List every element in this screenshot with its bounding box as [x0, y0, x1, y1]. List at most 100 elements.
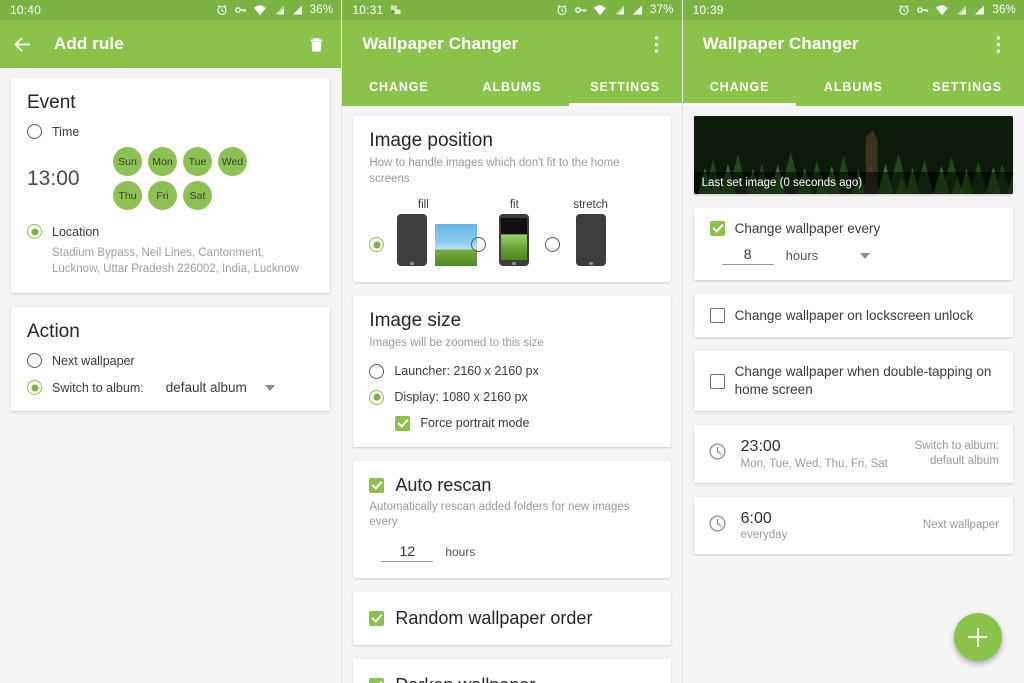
auto-rescan-header[interactable]: Auto rescan — [369, 475, 654, 496]
lockscreen-card[interactable]: Change wallpaper on lockscreen unlock — [693, 294, 1013, 337]
position-label-fit: fit — [509, 199, 519, 212]
album-dropdown-value: default album — [165, 380, 247, 396]
schedule-days: everyday — [740, 529, 788, 542]
day-chip-sun[interactable]: Sun — [113, 147, 142, 176]
day-chip-mon[interactable]: Mon — [148, 147, 177, 176]
schedule-action: Next wallpaper — [922, 518, 999, 531]
darken-wallpaper-card[interactable]: Darken wallpaper — [353, 658, 671, 683]
lockscreen-checkbox[interactable] — [709, 308, 725, 323]
auto-rescan-unit: hours — [445, 545, 476, 560]
force-portrait-checkbox[interactable] — [395, 415, 411, 431]
darken-wallpaper-row[interactable]: Darken wallpaper — [369, 675, 654, 683]
image-position-card: Image position How to handle images whic… — [353, 116, 671, 283]
tab-change[interactable]: CHANGE — [342, 68, 455, 106]
schedule-action: Switch to album: default album — [914, 439, 999, 468]
position-radio-fit[interactable] — [471, 237, 487, 253]
change-every-input[interactable]: 8 — [721, 246, 774, 265]
image-size-title: Image size — [369, 310, 462, 332]
day-chip-wed[interactable]: Wed — [218, 147, 247, 176]
day-chip-sat[interactable]: Sat — [183, 181, 212, 210]
back-arrow-icon[interactable] — [12, 34, 42, 55]
day-row-2: Thu Fri Sat — [113, 181, 247, 210]
switch-album-row[interactable]: Switch to album: default album — [27, 380, 314, 396]
schedule-info: 23:00 Mon, Tue, Wed, Thu, Fri, Sat — [741, 438, 888, 469]
app-title: Wallpaper Changer — [362, 34, 519, 53]
random-order-label: Random wallpaper order — [395, 607, 593, 628]
time-radio[interactable] — [27, 124, 42, 139]
location-address[interactable]: Stadium Bypass, Neil Lines, Cantonment, … — [52, 245, 314, 277]
schedule-info: 6:00 everyday — [741, 510, 788, 541]
double-tap-card[interactable]: Change wallpaper when double-tapping on … — [693, 351, 1013, 412]
double-tap-checkbox[interactable] — [709, 373, 725, 389]
position-radio-fill[interactable] — [369, 237, 385, 253]
time-value[interactable]: 13:00 — [27, 167, 113, 191]
auto-rescan-checkbox[interactable] — [369, 477, 385, 493]
change-content: Last set image (0 seconds ago) Change wa… — [683, 106, 1024, 555]
tab-albums[interactable]: ALBUMS — [796, 68, 910, 106]
next-wallpaper-radio[interactable] — [27, 353, 42, 369]
random-order-card[interactable]: Random wallpaper order — [353, 591, 671, 645]
next-wallpaper-row[interactable]: Next wallpaper — [27, 353, 314, 369]
trash-icon[interactable] — [303, 36, 329, 53]
app-bar: Wallpaper Changer — [342, 20, 682, 68]
auto-rescan-input[interactable]: 12 — [381, 543, 434, 562]
chevron-down-icon — [264, 384, 275, 391]
change-every-row[interactable]: Change wallpaper every — [709, 221, 997, 236]
add-rule-content: Event Time 13:00 Sun Mon Tue Wed Thu Fri… — [0, 68, 341, 412]
double-tap-label: Change wallpaper when double-tapping on … — [734, 364, 992, 398]
schedule-row[interactable]: 23:00 Mon, Tue, Wed, Thu, Fri, Sat Switc… — [693, 425, 1013, 483]
darken-wallpaper-checkbox[interactable] — [369, 677, 385, 683]
action-card-title: Action — [27, 321, 80, 343]
phone-preview-stretch — [575, 214, 606, 267]
force-portrait-row[interactable]: Force portrait mode — [395, 415, 654, 431]
alarm-icon — [557, 4, 567, 15]
signal-icon — [957, 5, 967, 15]
day-chip-thu[interactable]: Thu — [113, 181, 142, 210]
vpn-key-icon — [575, 7, 587, 13]
position-option-fill[interactable]: fill — [397, 199, 478, 267]
alarm-icon — [217, 4, 227, 15]
launcher-size-row[interactable]: Launcher: 2160 x 2160 px — [369, 363, 654, 379]
more-vert-icon[interactable] — [644, 35, 670, 54]
change-every-label: Change wallpaper every — [734, 221, 881, 236]
phone-preview-fit — [499, 214, 530, 267]
last-image-preview[interactable]: Last set image (0 seconds ago) — [693, 116, 1013, 194]
display-size-row[interactable]: Display: 1080 x 2160 px — [369, 389, 654, 405]
chevron-down-icon[interactable] — [860, 252, 871, 259]
random-order-checkbox[interactable] — [369, 610, 385, 626]
change-every-checkbox[interactable] — [709, 221, 725, 236]
double-tap-row[interactable]: Change wallpaper when double-tapping on … — [709, 363, 997, 399]
tab-albums[interactable]: ALBUMS — [455, 68, 568, 106]
image-size-card: Image size Images will be zoomed to this… — [353, 296, 671, 447]
position-option-stretch[interactable]: stretch — [573, 199, 608, 267]
tab-indicator — [682, 103, 797, 106]
random-order-row[interactable]: Random wallpaper order — [369, 608, 654, 629]
schedule-time: 6:00 — [740, 509, 772, 527]
tab-change[interactable]: CHANGE — [683, 68, 797, 106]
wifi-icon — [253, 5, 266, 16]
display-size-radio[interactable] — [369, 389, 385, 405]
lockscreen-row[interactable]: Change wallpaper on lockscreen unlock — [709, 308, 997, 323]
signal-icon — [274, 5, 284, 15]
add-rule-fab[interactable] — [953, 613, 1002, 661]
launcher-size-radio[interactable] — [369, 363, 385, 379]
switch-album-radio[interactable] — [27, 380, 42, 396]
status-icons: 37% — [556, 4, 674, 16]
app-bar: Add rule — [0, 20, 342, 68]
location-option-row[interactable]: Location — [27, 224, 314, 239]
day-chip-tue[interactable]: Tue — [183, 147, 212, 176]
position-radio-stretch[interactable] — [545, 237, 561, 253]
day-chip-fri[interactable]: Fri — [148, 181, 177, 210]
position-option-fit[interactable]: fit — [499, 199, 530, 267]
tab-settings[interactable]: SETTINGS — [910, 68, 1024, 106]
position-label-fill: fill — [417, 199, 429, 212]
album-dropdown[interactable]: default album — [166, 380, 275, 395]
schedule-time: 23:00 — [740, 438, 781, 456]
schedule-row[interactable]: 6:00 everyday Next wallpaper — [693, 496, 1013, 555]
more-vert-icon[interactable] — [986, 35, 1012, 54]
time-option-row[interactable]: Time — [27, 124, 314, 139]
tab-settings[interactable]: SETTINGS — [569, 68, 682, 106]
vpn-key-icon — [234, 7, 246, 13]
location-radio[interactable] — [27, 224, 42, 239]
signal-icon — [975, 5, 985, 15]
